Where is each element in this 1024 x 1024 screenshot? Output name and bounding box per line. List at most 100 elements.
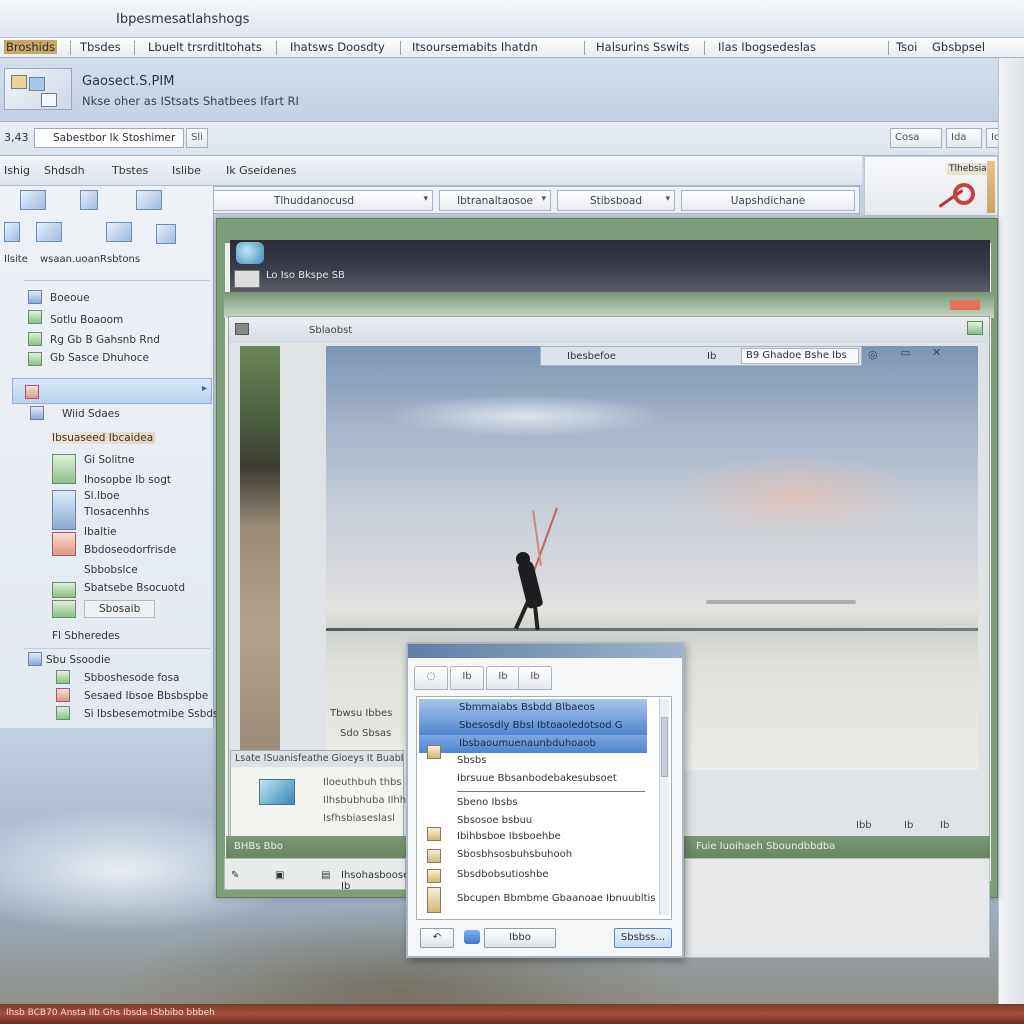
close-icon[interactable]: ✕ xyxy=(932,346,941,359)
image-icon xyxy=(234,270,260,288)
list-item[interactable]: Ibrsuue Bbsanbodebakesubsoet xyxy=(457,773,617,784)
magnifier-icon xyxy=(953,183,975,205)
command-toolbar: Ishig Shdsdh Tbstes Islibe Ik Gseidenes xyxy=(0,156,862,186)
photo-search-field[interactable]: B9 Ghadoe Bshe Ibs xyxy=(741,348,859,364)
tree-item[interactable]: Ibaltie xyxy=(84,526,117,538)
tree-item[interactable]: Sbatsebe Bsocuotd xyxy=(84,582,185,594)
list-item[interactable]: Ibihbsboe Ibsboehbe xyxy=(457,831,561,842)
tool-badge[interactable]: Tlhebsiar xyxy=(864,156,998,216)
tree-item-icon xyxy=(25,385,39,399)
menu-item-3[interactable]: Lbuelt trsrdit xyxy=(148,40,222,54)
menu-item-5[interactable]: Ihatsws Doosdty xyxy=(290,40,385,54)
list-item-selected[interactable]: Sbesosdly Bbsl Ibtoaoledotsod G xyxy=(419,717,647,735)
media-header: Lo Iso Bkspe SB xyxy=(230,240,990,292)
toggle-icon[interactable] xyxy=(464,930,480,944)
menu-item-home[interactable]: Broshids xyxy=(4,40,58,54)
filter-dropdown-3[interactable]: Stibsboad ▾ xyxy=(557,190,675,211)
list-item-selected[interactable]: Sbmmaiabs Bsbdd Blbaeos xyxy=(419,699,647,717)
menu-item-10[interactable]: Gbsbpsel xyxy=(932,40,985,54)
tree-item[interactable]: Sl.Iboe xyxy=(84,490,120,502)
help-icon[interactable]: ◎ xyxy=(868,348,878,361)
close-icon[interactable] xyxy=(950,300,980,310)
tree-item[interactable]: Wiid Sdaes xyxy=(62,408,120,420)
icon-label-1: Ilsite xyxy=(4,254,28,265)
menu-item-7[interactable]: Halsurins Sswits xyxy=(596,40,689,54)
tree-item-icon xyxy=(52,582,76,598)
dialog-scrollbar[interactable] xyxy=(659,699,669,915)
nav-control-2[interactable]: Ib xyxy=(904,820,913,831)
globe-icon[interactable] xyxy=(156,224,176,244)
list-item[interactable]: Sbsbs xyxy=(457,755,486,766)
address-go-button[interactable]: Sli xyxy=(186,128,208,148)
tree-item[interactable]: Sesaed Ibsoe Bbsbspbe xyxy=(84,690,208,702)
photo-toolbar-item[interactable]: Ib xyxy=(707,351,716,362)
tree-item[interactable]: Ihosopbe Ib sogt xyxy=(84,474,171,486)
tree-item-icon xyxy=(52,600,76,618)
dialog-secondary-button[interactable]: Ibbo xyxy=(484,928,556,948)
document-icon[interactable]: ▤ xyxy=(321,870,330,881)
filter-dropdown-4[interactable]: Uapshdichane xyxy=(681,190,855,211)
nav-control-1[interactable]: Ibb xyxy=(856,820,872,831)
phone-icon[interactable] xyxy=(4,222,20,242)
list-item[interactable]: Sbsdbobsutioshbe xyxy=(457,869,548,880)
toolbar-right-button-2[interactable]: Ida xyxy=(946,128,982,148)
tree-item[interactable]: Tlosacenhhs xyxy=(84,506,149,518)
dialog-primary-button[interactable]: Sbsbss... xyxy=(614,928,672,948)
minimize-icon[interactable]: ▭ xyxy=(900,346,910,359)
dialog-tab-4[interactable]: Ib xyxy=(518,666,552,690)
photo-toolbar-item[interactable]: Ibesbefoe xyxy=(567,351,616,362)
dialog-tab-1[interactable]: ◌ xyxy=(414,666,448,690)
scrollbar-thumb[interactable] xyxy=(661,717,668,777)
tree-item[interactable]: Gi Solitne xyxy=(84,454,135,466)
document-icon[interactable] xyxy=(80,190,98,210)
image-icon[interactable]: ▣ xyxy=(275,870,284,881)
tree-item[interactable]: Sbosaib xyxy=(84,600,156,618)
list-item-selected[interactable]: Ibsbaoumuenaunbduhoaob xyxy=(419,735,647,753)
people-icon[interactable] xyxy=(36,222,62,242)
tree-item[interactable]: Si Ibsbesemotmibe Ssbdsbe xyxy=(84,708,232,720)
list-item[interactable]: Sbosbhsosbuhsbuhooh xyxy=(457,849,572,860)
tree-item-selected[interactable]: ▸ xyxy=(12,378,212,404)
tree-item[interactable]: Fl Sbheredes xyxy=(52,630,120,642)
menu-item-6[interactable]: Itsoursemabits Ihatdn xyxy=(412,40,538,54)
image-icon xyxy=(52,532,76,556)
nav-control-3[interactable]: Ib xyxy=(940,820,949,831)
dialog-link-button[interactable]: ↶ xyxy=(420,928,454,948)
cmd-item-5[interactable]: Ik Gseidenes xyxy=(226,164,296,177)
toolbar-right-button-1[interactable]: Cosa xyxy=(890,128,942,148)
chart-icon[interactable] xyxy=(106,222,132,242)
list-item[interactable]: Sbsosoe bsbuu xyxy=(457,815,532,826)
cmd-item-2[interactable]: Shdsdh xyxy=(44,164,85,177)
file-icon xyxy=(427,827,441,841)
maximize-icon[interactable] xyxy=(967,321,983,335)
cmd-item-4[interactable]: Islibe xyxy=(172,164,201,177)
tree-item[interactable]: Boeoue xyxy=(50,292,90,304)
cmd-item-1[interactable]: Ishig xyxy=(4,164,30,177)
pencil-icon[interactable]: ✎ xyxy=(231,870,239,881)
network-icon[interactable] xyxy=(20,190,46,210)
spreadsheet-icon xyxy=(52,454,76,484)
filter-dropdown-2[interactable]: Ibtranaltaosoe ▾ xyxy=(439,190,551,211)
filter-dropdown-1[interactable]: Tlhuddanocusd ▾ xyxy=(195,190,433,211)
tree-item[interactable]: Sotlu Boaoom xyxy=(50,314,123,326)
chevron-down-icon: ▾ xyxy=(423,194,428,204)
address-field[interactable]: Sabestbor Ik Stoshimer xyxy=(34,128,184,148)
image-thumbnail[interactable] xyxy=(259,779,295,805)
tree-item[interactable]: Bbdoseodorfrisde xyxy=(84,544,176,556)
dialog-tab-2[interactable]: Ib xyxy=(450,666,484,690)
tree-item[interactable]: Sbbobslce xyxy=(84,564,138,576)
tree-item[interactable]: Ibsuaseed Ibcaidea xyxy=(50,432,156,444)
tree-item[interactable]: Sbu Ssoodie xyxy=(46,654,110,666)
menu-item-9[interactable]: Tsoi xyxy=(896,40,917,54)
tree-item[interactable]: Gb Sasce Dhuhoce xyxy=(50,352,149,364)
photo-search-value: B9 Ghadoe Bshe Ibs xyxy=(746,350,847,361)
list-item[interactable]: Sbeno Ibsbs xyxy=(457,797,518,808)
dialog-tab-3[interactable]: Ib xyxy=(486,666,520,690)
menu-item-8[interactable]: Ilas Ibogsedeslas xyxy=(718,40,816,54)
folder-icon[interactable] xyxy=(136,190,162,210)
menu-item-4[interactable]: Itohats xyxy=(222,40,262,54)
menu-item-2[interactable]: Tbsdes xyxy=(80,40,121,54)
cmd-item-3[interactable]: Tbstes xyxy=(112,164,148,177)
tree-item[interactable]: Sbboshesode fosa xyxy=(84,672,179,684)
tree-item[interactable]: Rg Gb B Gahsnb Rnd xyxy=(50,334,160,346)
